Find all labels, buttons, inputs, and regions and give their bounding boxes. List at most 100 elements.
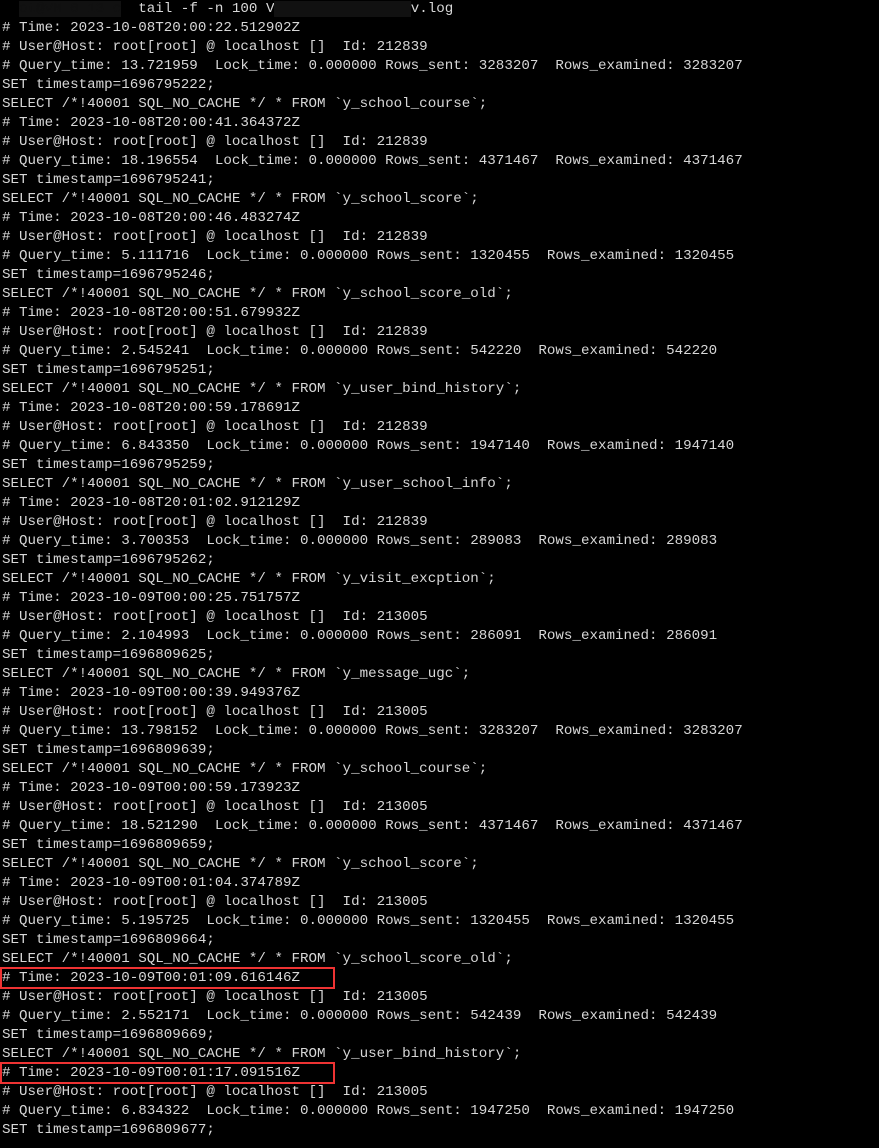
log-querytime: # Query_time: 5.111716 Lock_time: 0.0000… [2,248,734,264]
log-querytime: # Query_time: 6.834322 Lock_time: 0.0000… [2,1103,734,1119]
command-text: tail -f -n 100 V [121,1,274,17]
log-line-set: SET timestamp=1696809639; [2,741,877,760]
log-line-time: # Time: 2023-10-09T00:00:59.173923Z [2,779,877,798]
log-userhost: # User@Host: root[root] @ localhost [] I… [2,419,428,435]
log-line-userhost: # User@Host: root[root] @ localhost [] I… [2,798,877,817]
log-set-timestamp: SET timestamp=1696809659; [2,837,215,853]
log-line-query: # Query_time: 5.195725 Lock_time: 0.0000… [2,912,877,931]
log-set-timestamp: SET timestamp=1696795222; [2,77,215,93]
log-line-set: SET timestamp=1696795259; [2,456,877,475]
log-line-set: SET timestamp=1696795241; [2,171,877,190]
log-time: # Time: 2023-10-09T00:00:59.173923Z [2,780,300,796]
log-line-query: # Query_time: 6.843350 Lock_time: 0.0000… [2,437,877,456]
log-line-set: SET timestamp=1696809625; [2,646,877,665]
log-userhost: # User@Host: root[root] @ localhost [] I… [2,514,428,530]
log-line-time: # Time: 2023-10-08T20:01:02.912129Z [2,494,877,513]
log-line-userhost: # User@Host: root[root] @ localhost [] I… [2,513,877,532]
log-select: SELECT /*!40001 SQL_NO_CACHE */ * FROM `… [2,381,521,397]
log-line-time: # Time: 2023-10-09T00:00:39.949376Z [2,684,877,703]
log-set-timestamp: SET timestamp=1696809664; [2,932,215,948]
log-querytime: # Query_time: 6.843350 Lock_time: 0.0000… [2,438,734,454]
log-querytime: # Query_time: 18.521290 Lock_time: 0.000… [2,818,743,834]
log-line-time: # Time: 2023-10-09T00:01:17.091516Z [2,1064,877,1083]
log-line-select: SELECT /*!40001 SQL_NO_CACHE */ * FROM `… [2,190,877,209]
log-line-set: SET timestamp=1696809677; [2,1121,877,1140]
log-querytime: # Query_time: 18.196554 Lock_time: 0.000… [2,153,743,169]
log-line-query: # Query_time: 2.545241 Lock_time: 0.0000… [2,342,877,361]
log-line-userhost: # User@Host: root[root] @ localhost [] I… [2,1083,877,1102]
log-line-time: # Time: 2023-10-08T20:00:22.512902Z [2,19,877,38]
log-userhost: # User@Host: root[root] @ localhost [] I… [2,989,428,1005]
log-line-time: # Time: 2023-10-09T00:01:09.616146Z [2,969,877,988]
log-select: SELECT /*!40001 SQL_NO_CACHE */ * FROM `… [2,1046,521,1062]
log-line-userhost: # User@Host: root[root] @ localhost [] I… [2,418,877,437]
log-line-select: SELECT /*!40001 SQL_NO_CACHE */ * FROM `… [2,380,877,399]
log-line-query: # Query_time: 5.111716 Lock_time: 0.0000… [2,247,877,266]
log-time: # Time: 2023-10-08T20:00:59.178691Z [2,400,300,416]
log-line-query: # Query_time: 18.521290 Lock_time: 0.000… [2,817,877,836]
log-line-userhost: # User@Host: root[root] @ localhost [] I… [2,893,877,912]
log-userhost: # User@Host: root[root] @ localhost [] I… [2,39,428,55]
log-set-timestamp: SET timestamp=1696795241; [2,172,215,188]
log-line-time: # Time: 2023-10-08T20:00:46.483274Z [2,209,877,228]
log-line-userhost: # User@Host: root[root] @ localhost [] I… [2,38,877,57]
terminal-output[interactable]: ot@VM 0 13 c tail -f -n 100 V v.log# Tim… [0,0,879,1148]
log-set-timestamp: SET timestamp=1696809625; [2,647,215,663]
log-time: # Time: 2023-10-08T20:00:41.364372Z [2,115,300,131]
log-userhost: # User@Host: root[root] @ localhost [] I… [2,894,428,910]
log-select: SELECT /*!40001 SQL_NO_CACHE */ * FROM `… [2,571,496,587]
log-userhost: # User@Host: root[root] @ localhost [] I… [2,1084,428,1100]
log-set-timestamp: SET timestamp=1696795262; [2,552,215,568]
log-line-select: SELECT /*!40001 SQL_NO_CACHE */ * FROM `… [2,760,877,779]
log-set-timestamp: SET timestamp=1696795251; [2,362,215,378]
log-userhost: # User@Host: root[root] @ localhost [] I… [2,324,428,340]
log-querytime: # Query_time: 2.552171 Lock_time: 0.0000… [2,1008,717,1024]
log-userhost: # User@Host: root[root] @ localhost [] I… [2,229,428,245]
log-select: SELECT /*!40001 SQL_NO_CACHE */ * FROM `… [2,191,479,207]
log-line-select: SELECT /*!40001 SQL_NO_CACHE */ * FROM `… [2,285,877,304]
log-line-query: # Query_time: 6.834322 Lock_time: 0.0000… [2,1102,877,1121]
prompt-line: ot@VM 0 13 c tail -f -n 100 V v.log [2,0,877,19]
log-line-time: # Time: 2023-10-09T00:01:04.374789Z [2,874,877,893]
log-time: # Time: 2023-10-09T00:01:09.616146Z [2,970,300,986]
log-line-query: # Query_time: 13.721959 Lock_time: 0.000… [2,57,877,76]
log-select: SELECT /*!40001 SQL_NO_CACHE */ * FROM `… [2,286,513,302]
log-line-time: # Time: 2023-10-09T00:00:25.751757Z [2,589,877,608]
log-time: # Time: 2023-10-09T00:00:25.751757Z [2,590,300,606]
log-line-userhost: # User@Host: root[root] @ localhost [] I… [2,988,877,1007]
log-querytime: # Query_time: 2.104993 Lock_time: 0.0000… [2,628,717,644]
log-querytime: # Query_time: 3.700353 Lock_time: 0.0000… [2,533,717,549]
log-select: SELECT /*!40001 SQL_NO_CACHE */ * FROM `… [2,951,513,967]
log-line-userhost: # User@Host: root[root] @ localhost [] I… [2,228,877,247]
log-line-userhost: # User@Host: root[root] @ localhost [] I… [2,608,877,627]
log-line-select: SELECT /*!40001 SQL_NO_CACHE */ * FROM `… [2,95,877,114]
log-time: # Time: 2023-10-09T00:01:17.091516Z [2,1065,300,1081]
log-querytime: # Query_time: 5.195725 Lock_time: 0.0000… [2,913,734,929]
log-filename: v.log [411,1,454,17]
log-set-timestamp: SET timestamp=1696795259; [2,457,215,473]
log-userhost: # User@Host: root[root] @ localhost [] I… [2,609,428,625]
log-line-select: SELECT /*!40001 SQL_NO_CACHE */ * FROM `… [2,1045,877,1064]
log-line-query: # Query_time: 13.798152 Lock_time: 0.000… [2,722,877,741]
log-time: # Time: 2023-10-08T20:00:22.512902Z [2,20,300,36]
log-line-set: SET timestamp=1696809664; [2,931,877,950]
log-line-set: SET timestamp=1696795251; [2,361,877,380]
obscured-text: ot@VM 0 13 c [19,1,121,17]
prompt-prefix [2,1,19,17]
log-userhost: # User@Host: root[root] @ localhost [] I… [2,799,428,815]
log-line-select: SELECT /*!40001 SQL_NO_CACHE */ * FROM `… [2,475,877,494]
log-set-timestamp: SET timestamp=1696809669; [2,1027,215,1043]
log-line-query: # Query_time: 2.552171 Lock_time: 0.0000… [2,1007,877,1026]
log-querytime: # Query_time: 13.721959 Lock_time: 0.000… [2,58,743,74]
log-line-query: # Query_time: 18.196554 Lock_time: 0.000… [2,152,877,171]
log-line-userhost: # User@Host: root[root] @ localhost [] I… [2,703,877,722]
obscured-text [274,1,410,17]
log-time: # Time: 2023-10-08T20:01:02.912129Z [2,495,300,511]
log-set-timestamp: SET timestamp=1696795246; [2,267,215,283]
log-line-select: SELECT /*!40001 SQL_NO_CACHE */ * FROM `… [2,855,877,874]
log-line-set: SET timestamp=1696809669; [2,1026,877,1045]
log-line-select: SELECT /*!40001 SQL_NO_CACHE */ * FROM `… [2,950,877,969]
log-select: SELECT /*!40001 SQL_NO_CACHE */ * FROM `… [2,856,479,872]
log-time: # Time: 2023-10-09T00:00:39.949376Z [2,685,300,701]
log-line-set: SET timestamp=1696795262; [2,551,877,570]
